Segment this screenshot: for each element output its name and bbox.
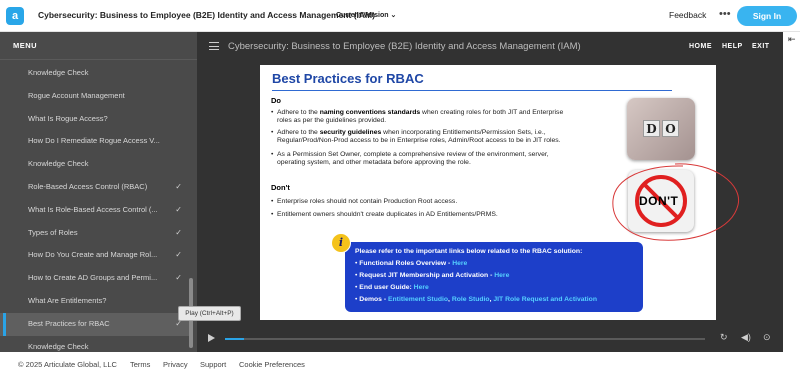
- menu-header: MENU: [0, 32, 197, 60]
- menu-item-label: Types of Roles: [28, 227, 78, 237]
- menu-item-label: What Is Role-Based Access Control (...: [28, 204, 158, 214]
- articulate-logo[interactable]: a: [6, 7, 24, 25]
- menu-item-knowledge-check-3[interactable]: Knowledge Check: [0, 336, 190, 352]
- privacy-link[interactable]: Privacy: [163, 360, 188, 369]
- course-title: Cybersecurity: Business to Employee (B2E…: [38, 10, 375, 20]
- entitlement-studio-link[interactable]: Entitlement Studio: [388, 296, 448, 303]
- player-title: Cybersecurity: Business to Employee (B2E…: [228, 41, 581, 52]
- sidebar-menu: MENU Knowledge Check Rogue Account Manag…: [0, 32, 197, 352]
- info-link-row-2: • Request JIT Membership and Activation …: [355, 272, 510, 279]
- player-header: Cybersecurity: Business to Employee (B2E…: [197, 32, 783, 62]
- more-options-icon[interactable]: •••: [719, 8, 731, 20]
- info-intro: Please refer to the important links belo…: [355, 248, 583, 255]
- feedback-link[interactable]: Feedback: [669, 10, 706, 20]
- seek-progress: [225, 338, 245, 340]
- menu-item-rogue-account-management[interactable]: Rogue Account Management: [0, 85, 190, 108]
- replay-icon[interactable]: ↻: [720, 332, 728, 343]
- menu-item-rbac[interactable]: Role-Based Access Control (RBAC) ✓: [0, 176, 190, 199]
- dont-bullet-2: • Entitlement owners shouldn't create dup…: [271, 211, 498, 218]
- top-bar: a Cybersecurity: Business to Employee (B…: [0, 0, 800, 32]
- menu-item-remediate-rogue-access[interactable]: How Do I Remediate Rogue Access V...: [0, 130, 190, 153]
- exit-button[interactable]: EXIT: [752, 43, 770, 50]
- do-cubes-image: D O: [627, 98, 695, 160]
- do-bullet-1: • Adhere to the naming conventions standa…: [271, 109, 564, 125]
- menu-item-knowledge-check-2[interactable]: Knowledge Check: [0, 153, 190, 176]
- menu-item-create-ad-groups[interactable]: How to Create AD Groups and Permi... ✓: [0, 267, 190, 290]
- annotation-circle: [612, 163, 740, 241]
- play-tooltip: Play (Ctrl+Alt+P): [178, 306, 241, 321]
- user-guide-link[interactable]: Here: [414, 284, 429, 291]
- menu-item-label: What Is Rogue Access?: [28, 113, 108, 123]
- support-link[interactable]: Support: [200, 360, 226, 369]
- menu-item-label: Role-Based Access Control (RBAC): [28, 181, 148, 191]
- version-label: Current Version: [336, 12, 389, 19]
- menu-item-best-practices-rbac[interactable]: Best Practices for RBAC ✓: [0, 312, 190, 336]
- menu-item-what-is-rbac[interactable]: What Is Role-Based Access Control (... ✓: [0, 199, 190, 222]
- jit-role-request-link[interactable]: JIT Role Request and Activation: [493, 296, 597, 303]
- volume-icon[interactable]: ◀): [741, 332, 751, 343]
- do-bullet-2: • Adhere to the security guidelines when …: [271, 129, 561, 145]
- copyright-text: © 2025 Articulate Global, LLC: [18, 360, 117, 369]
- check-icon: ✓: [175, 250, 182, 260]
- cube-d: D: [643, 120, 660, 137]
- chevron-down-icon: ⌄: [390, 12, 397, 19]
- seek-bar[interactable]: [225, 338, 705, 340]
- menu-item-label: Knowledge Check: [28, 159, 89, 169]
- check-icon: ✓: [175, 227, 182, 237]
- menu-item-what-are-entitlements[interactable]: What Are Entitlements?: [0, 290, 190, 313]
- role-studio-link[interactable]: Role Studio: [452, 296, 490, 303]
- check-icon: ✓: [175, 204, 182, 214]
- menu-item-label: How to Create AD Groups and Permi...: [28, 273, 158, 283]
- hamburger-menu-icon[interactable]: [209, 42, 219, 50]
- jit-membership-link[interactable]: Here: [494, 272, 509, 279]
- dont-heading: Don't: [271, 183, 290, 192]
- check-icon: ✓: [175, 181, 182, 191]
- help-button[interactable]: HELP: [722, 43, 743, 50]
- menu-item-knowledge-check-1[interactable]: Knowledge Check: [0, 62, 190, 85]
- play-icon[interactable]: [208, 334, 215, 342]
- collapse-panel-icon[interactable]: ⇤: [788, 34, 796, 45]
- functional-roles-link[interactable]: Here: [452, 260, 467, 267]
- menu-item-types-of-roles[interactable]: Types of Roles ✓: [0, 222, 190, 245]
- menu-item-label: How Do You Create and Manage Rol...: [28, 250, 158, 260]
- menu-item-label: Knowledge Check: [28, 68, 89, 77]
- menu-item-label: What Are Entitlements?: [28, 295, 107, 305]
- menu-list: Knowledge Check Rogue Account Management…: [0, 62, 190, 352]
- menu-item-label: Best Practices for RBAC: [28, 318, 110, 328]
- dont-bullet-1: • Enterprise roles should not contain Pro…: [271, 198, 458, 205]
- sign-in-button[interactable]: Sign In: [737, 6, 797, 26]
- cube-o: O: [662, 120, 679, 137]
- player-controls: ↻ ◀) ⊙: [197, 326, 783, 352]
- info-icon: i: [331, 233, 351, 253]
- info-link-row-3: • End user Guide: Here: [355, 284, 429, 291]
- info-link-row-1: • Functional Roles Overview - Here: [355, 260, 468, 267]
- settings-icon[interactable]: ⊙: [763, 332, 771, 343]
- cookie-preferences-link[interactable]: Cookie Preferences: [239, 360, 305, 369]
- home-button[interactable]: HOME: [689, 43, 712, 50]
- title-underline: [272, 90, 672, 91]
- app-root: a Cybersecurity: Business to Employee (B…: [0, 0, 800, 376]
- terms-link[interactable]: Terms: [130, 360, 150, 369]
- do-bullet-3: • As a Permission Set Owner, complete a c…: [271, 151, 549, 167]
- menu-item-label: Rogue Account Management: [28, 90, 125, 100]
- do-heading: Do: [271, 96, 281, 105]
- menu-item-label: Knowledge Check: [28, 341, 89, 351]
- menu-item-what-is-rogue-access[interactable]: What Is Rogue Access?: [0, 108, 190, 131]
- version-dropdown[interactable]: Current Version ⌄: [336, 11, 396, 19]
- menu-item-label: How Do I Remediate Rogue Access V...: [28, 136, 160, 146]
- footer: © 2025 Articulate Global, LLC Terms Priv…: [0, 352, 800, 376]
- menu-item-create-manage-roles[interactable]: How Do You Create and Manage Rol... ✓: [0, 244, 190, 267]
- slide-title: Best Practices for RBAC: [272, 71, 424, 86]
- check-icon: ✓: [175, 273, 182, 283]
- info-link-row-4: • Demos - Entitlement Studio, Role Studi…: [355, 296, 597, 303]
